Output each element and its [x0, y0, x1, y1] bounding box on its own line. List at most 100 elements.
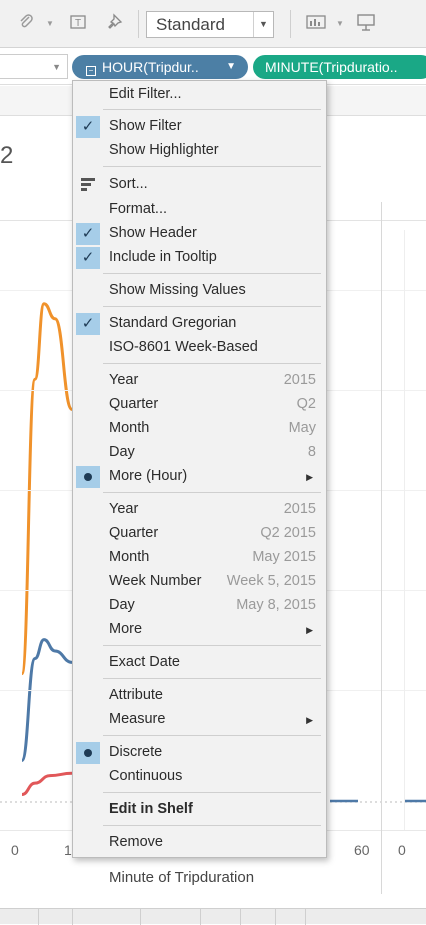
menu-item-label: Standard Gregorian	[109, 315, 237, 331]
menu-item-label: Month	[109, 549, 150, 565]
menu-separator	[103, 166, 321, 167]
menu-item-value: 2015	[283, 372, 316, 388]
submenu-arrow-icon: ▶	[306, 472, 313, 482]
menu-item-quarter-continuous[interactable]: Quarter Q2 2015	[73, 522, 326, 546]
submenu-arrow-icon: ▶	[306, 715, 313, 725]
svg-text:T: T	[75, 18, 81, 29]
chevron-down-icon[interactable]: ▼	[46, 12, 54, 36]
menu-item-sort[interactable]: Sort...	[73, 173, 326, 197]
menu-item-label: Show Missing Values	[109, 282, 246, 298]
x-tick-label: 1	[64, 842, 72, 858]
menu-separator	[103, 273, 321, 274]
menu-item-day-continuous[interactable]: Day May 8, 2015	[73, 594, 326, 618]
series-line-blue	[20, 638, 73, 762]
menu-item-label: Continuous	[109, 768, 183, 784]
menu-item-exact-date[interactable]: Exact Date	[73, 651, 326, 675]
view-mode-value: Standard	[156, 15, 225, 34]
view-mode-select[interactable]: Standard ▼	[146, 11, 274, 38]
toolbar: ▼ T Standard ▼ ▼	[0, 0, 426, 48]
menu-item-remove[interactable]: Remove	[73, 831, 326, 855]
menu-item-label: Attribute	[109, 687, 163, 703]
checkmark-icon: ✓	[76, 247, 100, 269]
menu-item-show-filter[interactable]: ✓ Show Filter	[73, 115, 326, 139]
menu-item-attribute[interactable]: Attribute	[73, 684, 326, 708]
menu-item-label: More (Hour)	[109, 468, 188, 484]
menu-item-more-hour[interactable]: More (Hour) ▶	[73, 465, 326, 489]
minute-tripduration-pill[interactable]: MINUTE(Tripduratio..	[253, 55, 426, 79]
text-box-icon[interactable]: T	[66, 12, 90, 36]
toolbar-separator	[138, 10, 139, 38]
radio-dot-icon	[76, 466, 100, 488]
sort-icon	[81, 178, 95, 192]
x-tick-label: 0	[11, 842, 19, 858]
menu-item-label: Month	[109, 420, 150, 436]
collapse-icon: −	[86, 66, 96, 76]
menu-item-value: May 8, 2015	[236, 597, 316, 613]
menu-item-show-highlighter[interactable]: Show Highlighter	[73, 139, 326, 163]
menu-item-week-number[interactable]: Week Number Week 5, 2015	[73, 570, 326, 594]
hour-tripduration-pill[interactable]: − HOUR(Tripdur.. ▼	[72, 55, 248, 79]
presentation-icon[interactable]	[354, 12, 378, 36]
menu-item-edit-in-shelf[interactable]: Edit in Shelf	[73, 798, 326, 822]
pane-divider	[404, 230, 405, 830]
menu-item-more[interactable]: More ▶	[73, 618, 326, 642]
menu-item-value: May 2015	[252, 549, 316, 565]
pane-divider	[381, 202, 382, 894]
menu-separator	[103, 492, 321, 493]
divider	[240, 909, 241, 925]
menu-item-year-continuous[interactable]: Year 2015	[73, 498, 326, 522]
chevron-down-icon[interactable]: ▼	[52, 55, 61, 79]
menu-item-iso-week[interactable]: ISO-8601 Week-Based	[73, 336, 326, 360]
menu-item-measure[interactable]: Measure ▶	[73, 708, 326, 732]
menu-separator	[103, 109, 321, 110]
chevron-down-icon[interactable]: ▼	[336, 12, 344, 36]
menu-item-format[interactable]: Format...	[73, 198, 326, 222]
menu-item-quarter[interactable]: Quarter Q2	[73, 393, 326, 417]
menu-item-label: Day	[109, 444, 135, 460]
pill-label: MINUTE(Tripduratio..	[265, 59, 398, 75]
checkmark-icon: ✓	[76, 313, 100, 335]
menu-item-discrete[interactable]: Discrete	[73, 741, 326, 765]
menu-item-label: ISO-8601 Week-Based	[109, 339, 258, 355]
pill-context-menu: Edit Filter... ✓ Show Filter Show Highlig…	[72, 80, 327, 858]
menu-item-value: 2015	[283, 501, 316, 517]
x-tick-label: 60	[354, 842, 370, 858]
menu-item-edit-filter[interactable]: Edit Filter...	[73, 83, 326, 107]
menu-separator	[103, 363, 321, 364]
checkmark-icon: ✓	[76, 223, 100, 245]
menu-item-continuous[interactable]: Continuous	[73, 765, 326, 789]
chevron-down-icon[interactable]: ▼	[226, 55, 236, 79]
chevron-down-icon[interactable]: ▼	[253, 12, 273, 37]
menu-item-include-tooltip[interactable]: ✓ Include in Tooltip	[73, 246, 326, 270]
menu-separator	[103, 735, 321, 736]
pill-label: HOUR(Tripdur..	[102, 59, 199, 75]
menu-item-value: 8	[307, 444, 316, 460]
status-bar	[0, 908, 426, 925]
menu-item-year[interactable]: Year 2015	[73, 369, 326, 393]
menu-item-day[interactable]: Day 8	[73, 441, 326, 465]
menu-item-label: Year	[109, 501, 139, 517]
series-line-orange	[20, 302, 74, 676]
pin-icon[interactable]	[104, 12, 128, 36]
menu-separator	[103, 306, 321, 307]
menu-item-label: Measure	[109, 711, 166, 727]
menu-item-label: Discrete	[109, 744, 163, 760]
divider	[305, 909, 306, 925]
paperclip-icon[interactable]	[14, 12, 38, 36]
divider	[72, 909, 73, 925]
menu-item-month[interactable]: Month May	[73, 417, 326, 441]
menu-item-standard-gregorian[interactable]: ✓ Standard Gregorian	[73, 312, 326, 336]
menu-item-label: Format...	[109, 201, 168, 217]
shelf-dropdown[interactable]: ▼	[0, 54, 68, 79]
x-tick-label: 0	[398, 842, 406, 858]
menu-item-month-continuous[interactable]: Month May 2015	[73, 546, 326, 570]
menu-separator	[103, 678, 321, 679]
menu-item-show-missing-values[interactable]: Show Missing Values	[73, 279, 326, 303]
menu-item-show-header[interactable]: ✓ Show Header	[73, 222, 326, 246]
menu-item-label: Quarter	[109, 525, 159, 541]
radio-dot-icon	[76, 742, 100, 764]
menu-item-label: Include in Tooltip	[109, 249, 217, 265]
menu-separator	[103, 792, 321, 793]
menu-item-value: Q2	[296, 396, 316, 412]
bar-chart-icon[interactable]	[304, 12, 328, 36]
